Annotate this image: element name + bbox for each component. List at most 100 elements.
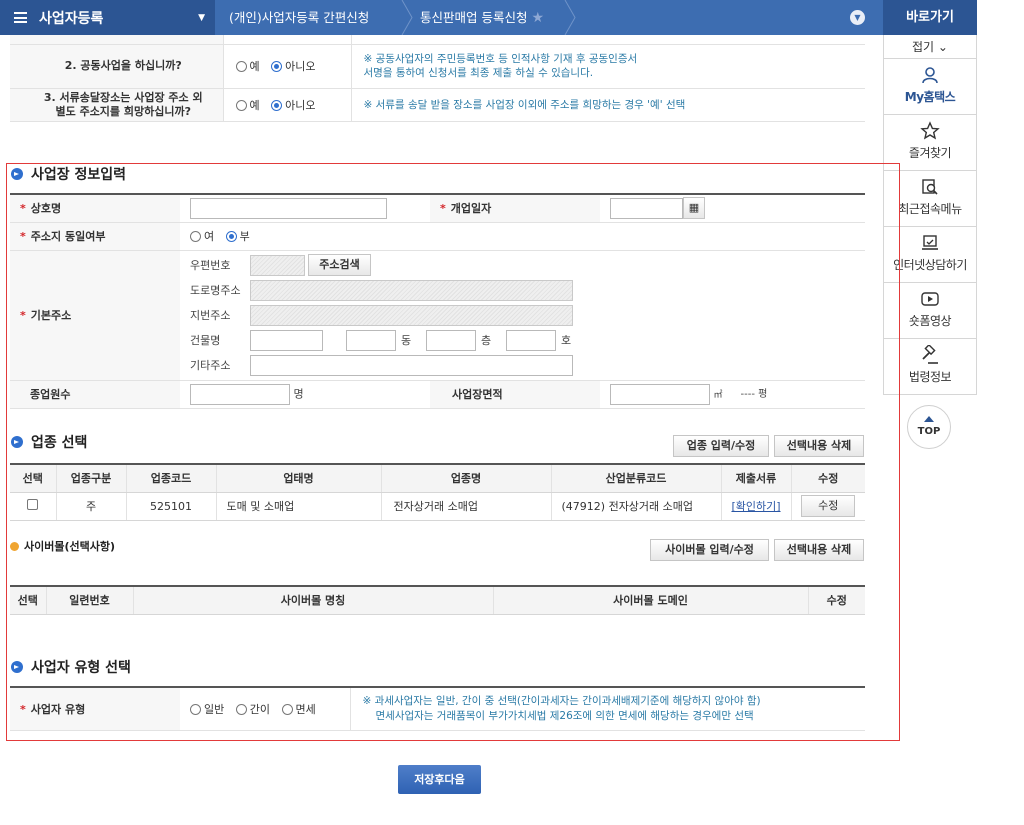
section-industry-title: 업종 선택 <box>11 432 87 452</box>
postal-input[interactable] <box>250 254 305 276</box>
menu-selector[interactable]: 사업자등록 ▼ <box>0 0 215 35</box>
subsection-title-text: 사이버몰(선택사항) <box>24 540 116 553</box>
form-row-trade-name: * 상호명 * 개업일자 ▦ <box>10 194 865 223</box>
radio-general[interactable] <box>190 703 201 715</box>
employees-label: 종업원수 <box>10 380 180 409</box>
ho-input[interactable] <box>506 329 556 351</box>
same-address-label: * 주소지 동일여부 <box>10 222 180 251</box>
gavel-icon <box>922 345 938 364</box>
row-edit-button[interactable]: 수정 <box>801 495 856 517</box>
trade-name-label: * 상호명 <box>10 194 180 223</box>
business-type-form: * 사업자 유형 일반 간이 면세 ※ 과세사업자는 일반, 간이 중 선택(간이… <box>10 686 865 731</box>
employees-input[interactable] <box>190 383 290 405</box>
building-row: 건물명 동 층 호 <box>190 328 865 353</box>
cybermall-delete-button[interactable]: 선택내용 삭제 <box>774 539 864 561</box>
caret-down-icon[interactable]: ▼ <box>198 13 205 23</box>
save-and-next-button[interactable]: 저장후다음 <box>398 765 481 794</box>
road-address-input[interactable] <box>250 279 573 301</box>
chevron-down-circle-icon[interactable]: ▼ <box>850 10 865 25</box>
chevron-down-icon: ⌄ <box>937 40 948 54</box>
required-mark: * <box>440 202 446 216</box>
lot-address-input[interactable] <box>250 304 573 326</box>
trade-name-input[interactable] <box>190 197 387 219</box>
question-note: ※ 공동사업자의 주민등록번호 등 인적사항 기재 후 공동인증서 서명을 통하… <box>351 44 865 89</box>
radio-no[interactable] <box>271 99 283 111</box>
quick-nav-label: My홈택스 <box>904 90 956 104</box>
info-dot-icon <box>10 541 19 551</box>
breadcrumb-individual-registration[interactable]: (개인)사업자등록 간편신청 <box>229 0 369 35</box>
question-note: ※ 서류를 송달 받을 장소를 사업장 이외에 주소를 희망하는 경우 '예' … <box>351 88 865 122</box>
column-header: 제출서류 <box>720 463 791 493</box>
industry-edit-button[interactable]: 업종 입력/수정 <box>673 435 769 457</box>
column-header: 업종명 <box>380 463 551 493</box>
radio-yes[interactable] <box>235 61 247 72</box>
docs-check-link[interactable]: [확인하기] <box>731 500 780 513</box>
industry-delete-button[interactable]: 선택내용 삭제 <box>774 435 864 457</box>
quick-nav-title: 바로가기 <box>883 0 977 35</box>
column-header: 업종코드 <box>125 463 216 493</box>
postal-label: 우편번호 <box>190 259 231 272</box>
building-name-input[interactable] <box>250 329 323 351</box>
radio-same-no[interactable] <box>225 231 237 242</box>
floor-label: 층 <box>481 334 492 347</box>
industry-code-cell: 525101 <box>125 492 216 521</box>
radio-exempt[interactable] <box>281 703 293 715</box>
star-icon <box>920 121 940 140</box>
radio-simplified[interactable] <box>235 703 247 715</box>
docs-cell: [확인하기] <box>720 492 791 521</box>
breadcrumb-current-label: 통신판매업 등록신청 <box>420 10 528 25</box>
user-icon <box>922 67 938 84</box>
cybermall-table: 선택 일련번호 사이버몰 명칭 사이버몰 도메인 수정 <box>10 585 865 615</box>
field-label: 사업자 유형 <box>30 702 86 716</box>
column-header: 선택 <box>10 585 46 615</box>
recent-search-icon <box>922 179 938 195</box>
top-label: TOP <box>917 426 941 437</box>
row-checkbox[interactable] <box>27 499 39 510</box>
business-type-cell: 도매 및 소매업 <box>215 492 381 521</box>
breadcrumb-mail-order-registration[interactable]: 통신판매업 등록신청 ★ <box>420 0 544 35</box>
question-row-joint-business: 2. 공동사업을 하십니까? 예 아니오 ※ 공동사업자의 주민등록번호 등 인… <box>10 44 865 89</box>
calendar-icon[interactable]: ▦ <box>683 197 705 220</box>
form-row-employees: 종업원수 명 사업장면적 ㎡ ---- 평 <box>10 380 865 409</box>
cybermall-edit-button[interactable]: 사이버몰 입력/수정 <box>650 539 769 561</box>
subsection-cybermall-title: 사이버몰(선택사항) <box>10 538 115 554</box>
edit-cell: 수정 <box>790 492 865 521</box>
building-label: 건물명 <box>190 334 221 347</box>
etc-address-input[interactable] <box>250 354 573 376</box>
form-row-business-type: * 사업자 유형 일반 간이 면세 ※ 과세사업자는 일반, 간이 중 선택(간이… <box>10 687 865 731</box>
dong-input[interactable] <box>346 329 396 351</box>
address-search-button[interactable]: 주소검색 <box>308 254 371 276</box>
radio-label: 면세 <box>295 702 316 716</box>
employees-unit: 명 <box>293 387 304 400</box>
section-business-info-title: 사업장 정보입력 <box>11 164 126 184</box>
field-label: 상호명 <box>30 202 62 216</box>
quick-nav-my-hometax[interactable]: My홈택스 <box>883 59 977 115</box>
ksic-code-cell: (47912) 전자상거래 소매업 <box>550 492 721 521</box>
business-type-note-cell: ※ 과세사업자는 일반, 간이 중 선택(간이과세자는 간이과세배제기준에 해당… <box>350 687 865 731</box>
hamburger-icon[interactable] <box>14 12 27 23</box>
radio-no[interactable] <box>271 61 283 72</box>
radio-same-yes[interactable] <box>190 231 201 242</box>
floor-input[interactable] <box>426 329 476 351</box>
radio-yes[interactable] <box>235 99 247 111</box>
arrow-circle-icon <box>11 436 23 448</box>
required-mark: * <box>20 702 26 716</box>
quick-nav-fold-button[interactable]: 접기 ⌄ <box>883 35 977 59</box>
area-unit: ㎡ <box>713 390 723 400</box>
industry-name-cell: 전자상거래 소매업 <box>380 492 551 521</box>
open-date-label: * 개업일자 <box>430 194 600 223</box>
quick-nav-label: 인터넷상담하기 <box>893 258 967 272</box>
column-header: 산업분류코드 <box>550 463 721 493</box>
ho-label: 호 <box>561 334 572 347</box>
area-input[interactable] <box>610 383 710 405</box>
quick-nav-label: 즐겨찾기 <box>908 146 952 160</box>
menu-title: 사업자등록 <box>39 10 104 27</box>
scroll-top-button[interactable]: TOP <box>907 405 951 449</box>
star-icon[interactable]: ★ <box>531 10 544 26</box>
required-mark: * <box>20 230 26 243</box>
business-type-label: * 사업자 유형 <box>10 687 180 731</box>
row-select-cell <box>10 492 56 521</box>
dong-label: 동 <box>401 334 412 347</box>
section-business-type-title: 사업자 유형 선택 <box>11 657 131 677</box>
open-date-input[interactable] <box>610 197 683 219</box>
